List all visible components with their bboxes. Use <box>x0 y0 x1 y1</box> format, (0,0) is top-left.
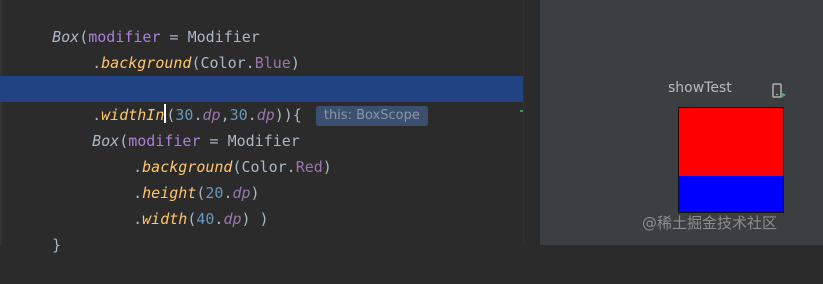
preview-blue-box <box>679 176 783 212</box>
token-num: 40 <box>196 210 215 228</box>
inlay-hint: this: BoxScope <box>315 106 428 126</box>
preview-title: showTest <box>668 80 732 96</box>
token-paren: ) <box>322 158 332 176</box>
code-line-7[interactable]: .height(20.dp) <box>97 154 259 202</box>
code-line-9[interactable]: } <box>16 206 61 254</box>
code-line-4-current[interactable]: .widthIn (30.dp,30.dp)){this: BoxScope <box>0 76 535 126</box>
code-line-2[interactable]: .background(Color.Blue) <box>56 24 300 72</box>
phone-run-icon[interactable] <box>772 83 786 99</box>
token-fn: width <box>142 210 188 228</box>
token-dp: dp <box>223 210 242 228</box>
code-line-6[interactable]: .background(Color.Red) <box>97 128 332 176</box>
code-line-3[interactable]: .heightIn(30.dp,30.dp) <box>56 50 291 98</box>
editor-scrollbar[interactable] <box>524 0 536 245</box>
token-brace: } <box>52 236 62 254</box>
token-paren: ( <box>187 210 197 228</box>
code-line-8[interactable]: .width(40.dp) ) <box>97 180 268 228</box>
code-line-5[interactable]: Box(modifier = Modifier <box>56 102 300 150</box>
preview-red-box <box>679 108 783 176</box>
token-paren: ) ) <box>241 210 269 228</box>
token-prop: Red <box>295 158 323 176</box>
compose-preview-pane: showTest <box>540 0 823 245</box>
token-paren: ) <box>290 54 300 72</box>
watermark: @稀土掘金技术社区 <box>642 214 778 232</box>
code-editor[interactable]: Box(modifier = Modifier .background(Colo… <box>0 0 535 254</box>
preview-render <box>678 107 784 213</box>
editor-gutter <box>0 0 2 245</box>
code-line-1[interactable]: Box(modifier = Modifier <box>16 0 260 46</box>
token-dot: . <box>133 210 143 228</box>
